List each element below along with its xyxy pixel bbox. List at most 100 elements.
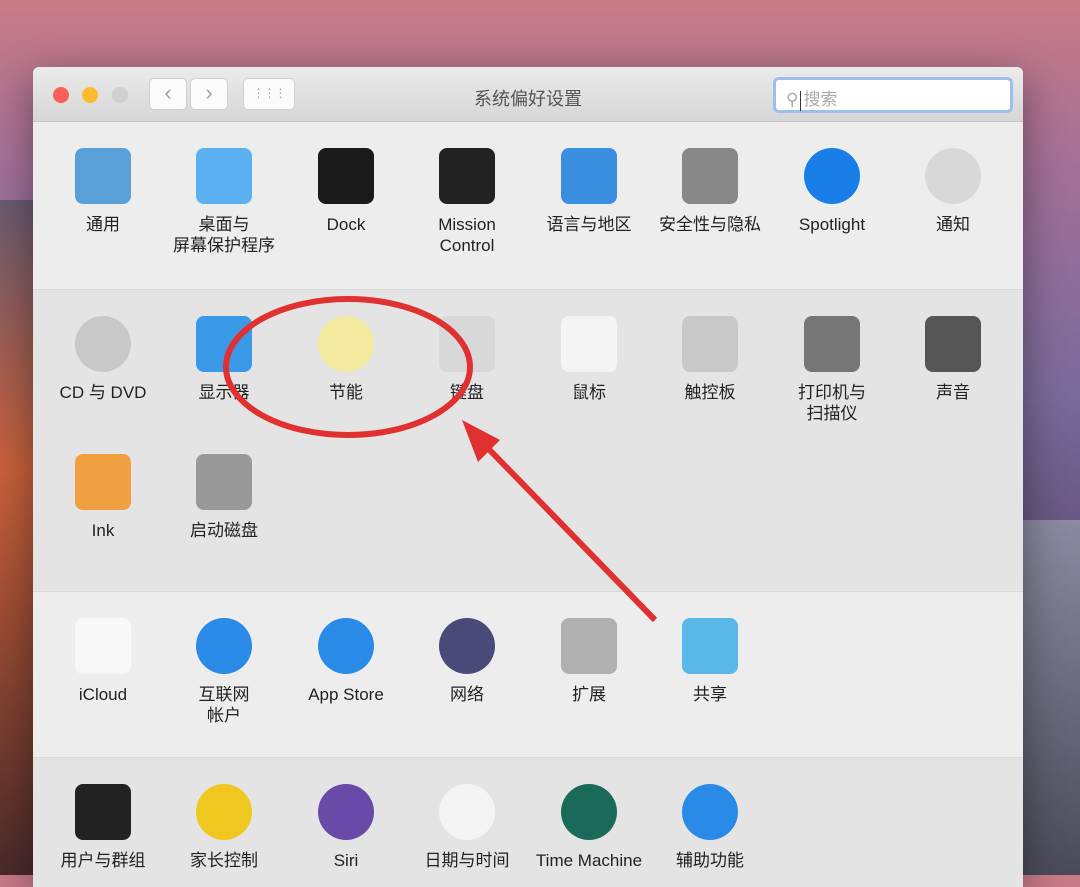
- spotlight-icon: [804, 148, 860, 204]
- pref-pane-label: 节能: [329, 383, 363, 402]
- mission-control-icon: [439, 148, 495, 204]
- pref-pane-sharing-folder[interactable]: 共享: [650, 618, 770, 705]
- pref-pane-label: Ink: [91, 521, 115, 540]
- pref-pane-label: 辅助功能: [676, 851, 744, 870]
- printer-icon: [804, 316, 860, 372]
- time-machine-icon: [561, 784, 617, 840]
- section-internet: iCloud 互联网 帐户 App Store 网络 扩展 共享: [33, 592, 1023, 758]
- pref-pane-users[interactable]: 用户与群组: [43, 784, 163, 871]
- pref-pane-label: 通知: [936, 215, 970, 234]
- pref-pane-label: 鼠标: [572, 383, 606, 402]
- pref-pane-clock[interactable]: 日期与时间: [407, 784, 527, 871]
- pref-pane-flag[interactable]: 语言与地区: [529, 148, 649, 235]
- pref-pane-label: CD 与 DVD: [59, 383, 147, 402]
- pref-pane-notifications[interactable]: 通知: [893, 148, 1013, 235]
- pref-pane-label: Dock: [326, 215, 366, 234]
- pref-pane-desktop[interactable]: 桌面与 屏幕保护程序: [164, 148, 284, 256]
- pref-pane-label: 扩展: [572, 685, 606, 704]
- flag-icon: [561, 148, 617, 204]
- pref-pane-label: 用户与群组: [60, 851, 146, 870]
- pref-pane-label: 家长控制: [190, 851, 258, 870]
- pref-pane-puzzle[interactable]: 扩展: [529, 618, 649, 705]
- pref-pane-network-globe[interactable]: 网络: [407, 618, 527, 705]
- section-hardware: CD 与 DVD 显示器 节能 键盘 鼠标 触控板 打印机与 扫描仪 声音 Ink 启动磁盘: [33, 290, 1023, 592]
- pref-pane-label: 打印机与 扫描仪: [798, 383, 866, 423]
- pref-pane-label: 网络: [450, 685, 484, 704]
- pref-pane-label: 安全性与隐私: [659, 215, 761, 234]
- dock-icon: [318, 148, 374, 204]
- pref-pane-label: 语言与地区: [546, 215, 632, 234]
- pref-pane-label: App Store: [308, 685, 384, 704]
- pref-pane-ink[interactable]: Ink: [43, 454, 163, 541]
- section-system: 用户与群组 家长控制 Siri 日期与时间 Time Machine 辅助功能: [33, 758, 1023, 887]
- pref-pane-label: 键盘: [450, 383, 484, 402]
- pref-pane-accessibility[interactable]: 辅助功能: [650, 784, 770, 871]
- users-icon: [75, 784, 131, 840]
- pref-pane-parental-controls[interactable]: 家长控制: [164, 784, 284, 871]
- puzzle-icon: [561, 618, 617, 674]
- pref-pane-label: Time Machine: [535, 851, 643, 870]
- security-house-icon: [682, 148, 738, 204]
- at-icon: [196, 618, 252, 674]
- search-placeholder: 搜索: [803, 90, 838, 109]
- section-personal: 通用 桌面与 屏幕保护程序 Dock Mission Control 语言与地区 安全性与…: [33, 122, 1023, 290]
- pref-pane-printer[interactable]: 打印机与 扫描仪: [772, 316, 892, 424]
- ink-icon: [75, 454, 131, 510]
- sharing-folder-icon: [682, 618, 738, 674]
- siri-icon: [318, 784, 374, 840]
- pref-pane-label: 声音: [936, 383, 970, 402]
- pref-pane-icloud[interactable]: iCloud: [43, 618, 163, 705]
- speaker-icon: [925, 316, 981, 372]
- search-input[interactable]: ⚲ 搜索: [773, 77, 1013, 113]
- cd-icon: [75, 316, 131, 372]
- pref-pane-app-store[interactable]: App Store: [286, 618, 406, 705]
- notifications-icon: [925, 148, 981, 204]
- pref-pane-disk[interactable]: 启动磁盘: [164, 454, 284, 541]
- accessibility-icon: [682, 784, 738, 840]
- pref-pane-label: 共享: [693, 685, 727, 704]
- desktop-icon: [196, 148, 252, 204]
- pref-pane-mouse[interactable]: 鼠标: [529, 316, 649, 403]
- network-globe-icon: [439, 618, 495, 674]
- pref-pane-cd[interactable]: CD 与 DVD: [43, 316, 163, 403]
- display-icon: [196, 316, 252, 372]
- mouse-icon: [561, 316, 617, 372]
- app-store-icon: [318, 618, 374, 674]
- general-icon: [75, 148, 131, 204]
- trackpad-icon: [682, 316, 738, 372]
- pref-pane-label: Mission Control: [438, 215, 496, 255]
- pref-pane-label: 桌面与 屏幕保护程序: [173, 215, 275, 255]
- keyboard-icon: [439, 316, 495, 372]
- title-bar: ‹ › ⋮⋮⋮ 系统偏好设置 ⚲ 搜索: [33, 67, 1023, 122]
- pref-pane-label: Siri: [333, 851, 359, 870]
- pref-pane-label: 通用: [86, 215, 120, 234]
- disk-icon: [196, 454, 252, 510]
- parental-controls-icon: [196, 784, 252, 840]
- pref-pane-keyboard[interactable]: 键盘: [407, 316, 527, 403]
- pref-pane-label: 显示器: [198, 383, 250, 402]
- search-icon: ⚲: [786, 90, 799, 109]
- pref-pane-siri[interactable]: Siri: [286, 784, 406, 871]
- pref-pane-display[interactable]: 显示器: [164, 316, 284, 403]
- pref-pane-time-machine[interactable]: Time Machine: [529, 784, 649, 871]
- pref-pane-spotlight[interactable]: Spotlight: [772, 148, 892, 235]
- pref-pane-general[interactable]: 通用: [43, 148, 163, 235]
- clock-icon: [439, 784, 495, 840]
- pref-pane-mission-control[interactable]: Mission Control: [407, 148, 527, 256]
- pref-pane-label: iCloud: [78, 685, 128, 704]
- pref-pane-label: 启动磁盘: [190, 521, 258, 540]
- pref-pane-dock[interactable]: Dock: [286, 148, 406, 235]
- pref-pane-lightbulb[interactable]: 节能: [286, 316, 406, 403]
- pref-pane-label: Spotlight: [798, 215, 866, 234]
- pref-pane-label: 日期与时间: [424, 851, 510, 870]
- pref-pane-security-house[interactable]: 安全性与隐私: [650, 148, 770, 235]
- pref-pane-speaker[interactable]: 声音: [893, 316, 1013, 403]
- system-preferences-window: ‹ › ⋮⋮⋮ 系统偏好设置 ⚲ 搜索 通用 桌面与 屏幕保护程序 Dock Missi…: [33, 67, 1023, 887]
- lightbulb-icon: [318, 316, 374, 372]
- pref-pane-trackpad[interactable]: 触控板: [650, 316, 770, 403]
- wallpaper-mountain-right: [1020, 520, 1080, 875]
- pref-pane-label: 触控板: [684, 383, 736, 402]
- pref-pane-label: 互联网 帐户: [198, 685, 250, 725]
- pref-pane-at[interactable]: 互联网 帐户: [164, 618, 284, 726]
- icloud-icon: [75, 618, 131, 674]
